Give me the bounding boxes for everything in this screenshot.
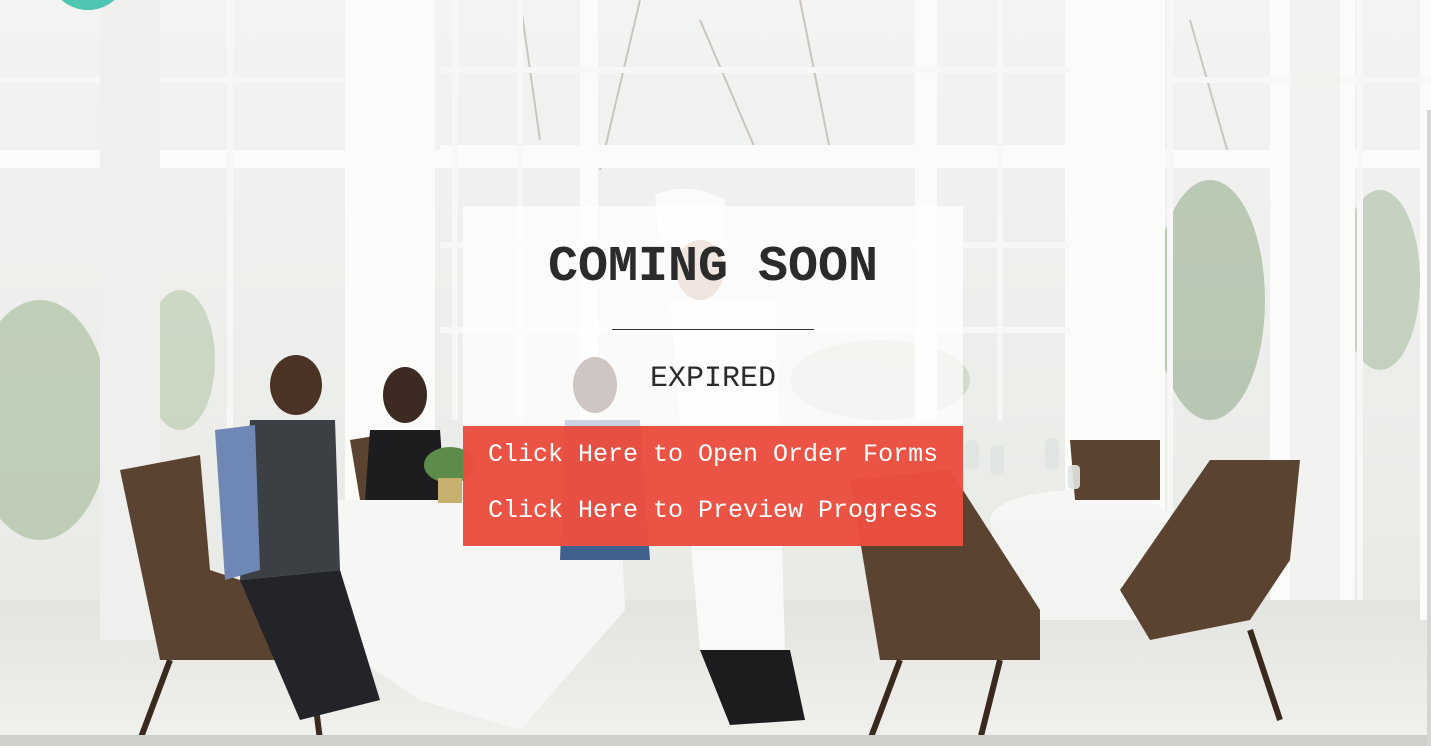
title-divider — [612, 329, 814, 330]
action-links: Click Here to Open Order Forms Click Her… — [463, 426, 963, 546]
status-text: EXPIRED — [649, 362, 777, 396]
scrollbar[interactable] — [1427, 110, 1431, 746]
coming-soon-card: COMING SOON EXPIRED Click Here to Open O… — [463, 206, 963, 546]
card-header: COMING SOON EXPIRED — [463, 206, 963, 426]
preview-progress-link[interactable]: Click Here to Preview Progress — [463, 486, 963, 542]
open-order-forms-link[interactable]: Click Here to Open Order Forms — [463, 430, 963, 486]
page-title: COMING SOON — [547, 239, 879, 296]
